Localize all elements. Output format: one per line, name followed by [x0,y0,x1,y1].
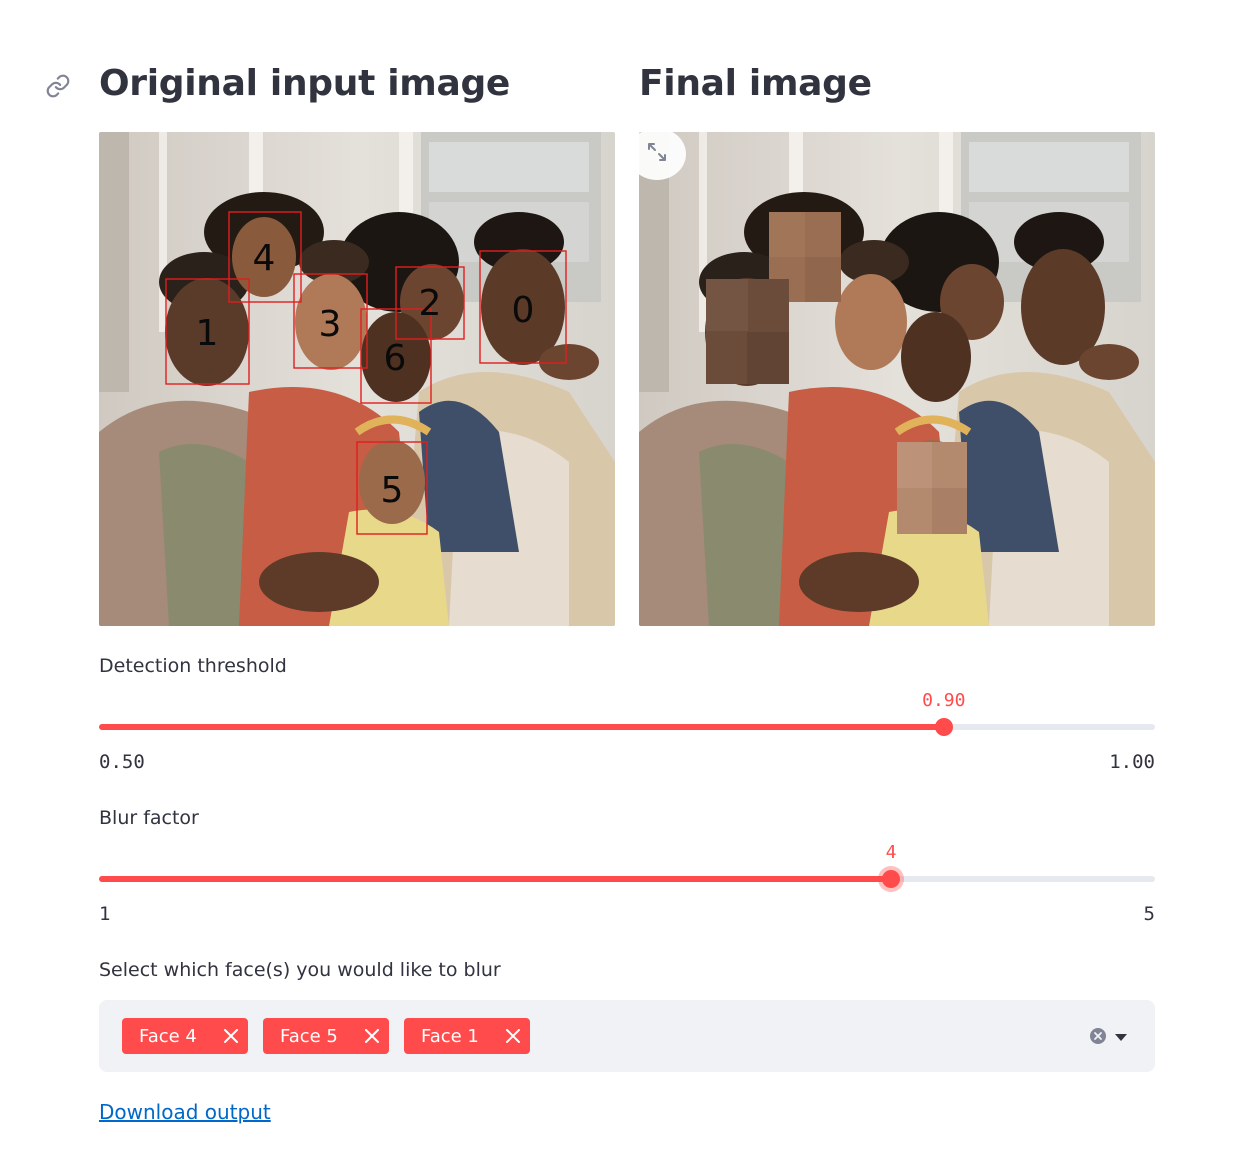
face-label-1: 1 [196,313,219,354]
slider-max-label: 5 [1143,903,1155,925]
fullscreen-icon [645,140,669,169]
tag-label: Face 4 [139,1025,197,1047]
selected-tag: Face 5 [263,1018,389,1054]
slider-thumb[interactable] [882,870,900,888]
tag-label: Face 1 [421,1025,479,1047]
blur-factor-label: Blur factor [99,807,199,829]
blurred-face-1 [706,279,789,384]
close-icon[interactable] [355,1018,389,1054]
tag-label: Face 5 [280,1025,338,1047]
clear-icon[interactable] [1089,1027,1107,1045]
close-icon[interactable] [214,1018,248,1054]
slider-current-value: 0.90 [922,690,966,711]
slider-max-label: 1.00 [1109,751,1155,773]
original-image: 4 1 3 2 0 6 5 [99,132,615,626]
slider-fill [99,724,944,730]
face-multiselect[interactable]: Face 4 Face 5 Face 1 [99,1000,1155,1072]
slider-thumb[interactable] [934,718,953,736]
chevron-down-icon[interactable] [1114,1029,1130,1043]
detection-threshold-label: Detection threshold [99,655,287,677]
slider-min-label: 0.50 [99,751,145,773]
face-label-3: 3 [319,304,342,345]
selected-tag: Face 4 [122,1018,248,1054]
selected-tag: Face 1 [404,1018,530,1054]
detection-threshold-slider[interactable]: 0.90 [99,690,1155,736]
face-label-5: 5 [381,470,404,511]
close-icon[interactable] [496,1018,530,1054]
link-icon[interactable] [44,72,72,100]
face-label-0: 0 [512,290,535,331]
slider-current-value: 4 [885,842,897,863]
face-label-4: 4 [253,238,276,279]
face-label-6: 6 [384,338,407,379]
fullscreen-button[interactable] [628,128,686,180]
slider-min-label: 1 [99,903,111,925]
face-label-2: 2 [419,283,442,324]
app-page: Original input image Final image 4 1 3 2… [0,0,1248,1176]
face-select-label: Select which face(s) you would like to b… [99,959,501,981]
slider-fill [99,876,891,882]
blurred-face-5 [897,442,967,534]
download-output-link[interactable]: Download output [99,1100,271,1124]
blur-factor-slider[interactable]: 4 [99,842,1155,888]
final-image-heading: Final image [639,63,872,104]
original-image-heading: Original input image [99,63,511,104]
final-image [639,132,1155,626]
